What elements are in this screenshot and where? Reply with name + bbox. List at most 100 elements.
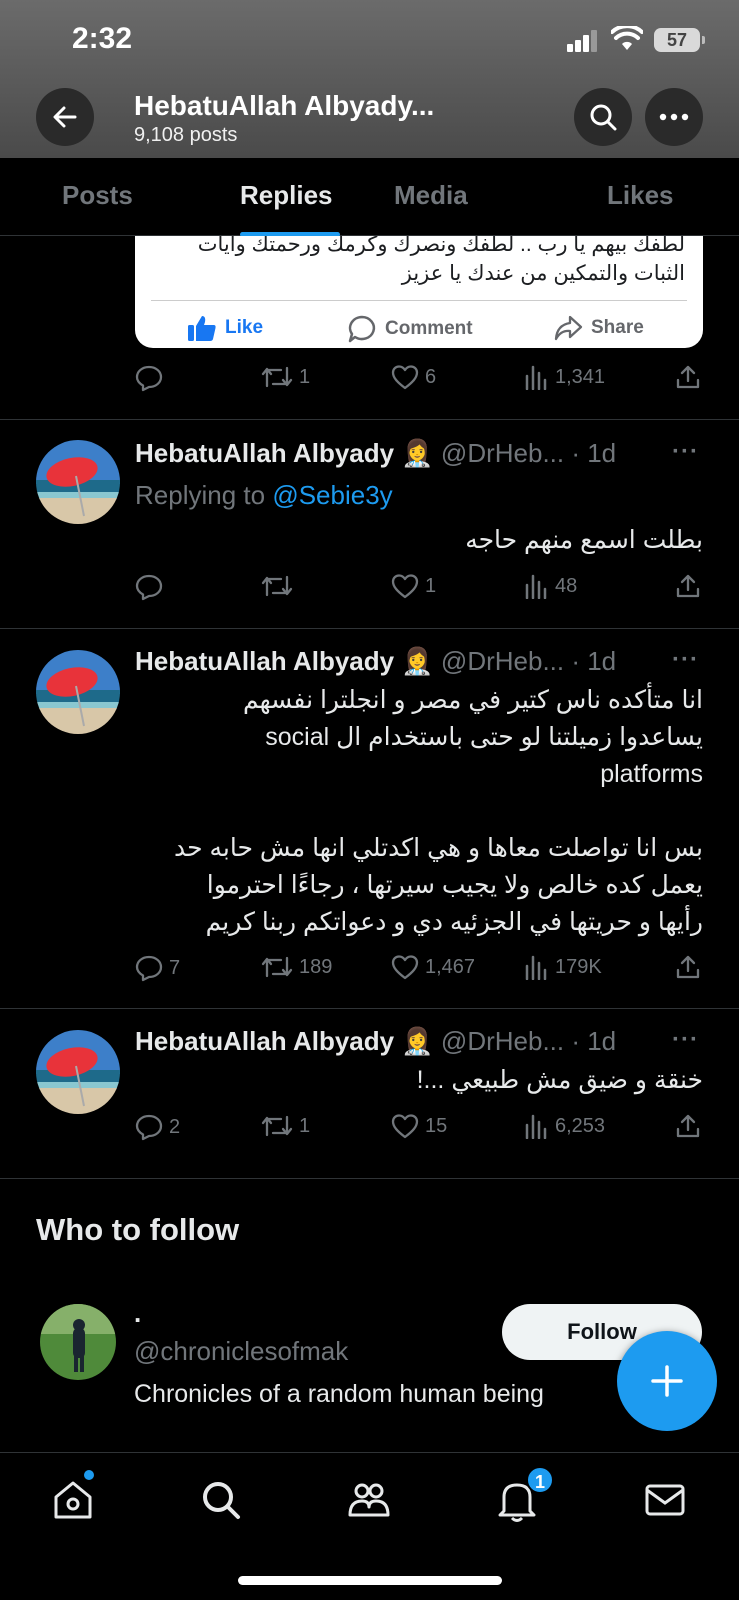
repost-button[interactable]: 1 [261,364,310,390]
tab-replies[interactable]: Replies [240,180,333,211]
tweet-more-button[interactable]: ··· [672,1026,699,1054]
heart-icon [391,1114,419,1139]
profile-header: 2:32 57 HebatuAllah Albyady... 9,108 pos… [0,0,739,158]
author-name[interactable]: HebatuAllah Albyady 👩‍⚕️ [135,1026,434,1056]
tweet-divider [0,628,739,629]
author-name[interactable]: HebatuAllah Albyady 👩‍⚕️ [135,438,434,468]
share-button[interactable] [675,364,701,390]
compose-post-button[interactable] [617,1331,717,1431]
share-icon [676,955,700,979]
share-button[interactable] [675,573,701,599]
card-like: Like [187,314,263,342]
like-button[interactable]: 1 [391,573,436,599]
nav-home[interactable] [48,1475,98,1525]
reply-button[interactable] [135,364,169,392]
nav-communities[interactable] [344,1475,394,1525]
tweet-actions: 1 48 [135,573,705,603]
views-button[interactable]: 48 [523,573,577,599]
profile-tabs: Posts Replies Media Likes [0,158,739,237]
card-divider [151,300,687,301]
reply-icon [135,955,163,982]
views-chart-icon [525,955,547,980]
tweet-divider [0,1008,739,1009]
heart-icon [391,574,419,599]
tweet-header: HebatuAllah Albyady 👩‍⚕️ @DrHeb... · 1d [135,438,616,469]
reply-icon [135,574,163,601]
suggested-user-name[interactable]: . [134,1298,141,1329]
profile-name-title: HebatuAllah Albyady... [134,90,435,121]
reply-button[interactable]: 2 [135,1113,180,1141]
reply-button[interactable] [135,573,169,601]
replying-to: Replying to @Sebie3y [135,480,393,510]
embedded-post-text: لطفك بيهم يا رب .. لطفك ونصرك وكرمك ورحم… [197,236,685,285]
search-icon [203,1482,240,1519]
tweet-more-button[interactable]: ··· [672,438,699,466]
like-button[interactable]: 1,467 [391,954,475,980]
reply-icon [135,365,163,392]
tweet-actions: 1 6 1,341 [135,364,705,394]
share-button[interactable] [675,1113,701,1139]
wifi-icon [611,26,643,50]
share-arrow-icon [554,315,583,341]
avatar[interactable] [36,650,120,734]
tweet-more-button[interactable]: ··· [672,646,699,674]
beach-umbrella-avatar-icon [36,1030,120,1114]
back-arrow-icon [53,106,77,128]
home-indicator-bar[interactable] [238,1576,502,1585]
views-button[interactable]: 179K [523,954,602,980]
repost-button[interactable]: 1 [261,1113,310,1139]
tweet-actions: 7 189 1,467 179K [135,954,705,984]
share-button[interactable] [675,954,701,980]
nav-messages[interactable] [640,1475,690,1525]
nav-search[interactable] [196,1475,246,1525]
more-icon [659,113,689,121]
author-name[interactable]: HebatuAllah Albyady 👩‍⚕️ [135,646,434,676]
reply-button[interactable]: 7 [135,954,180,982]
card-comment: Comment [347,314,473,344]
avatar[interactable] [36,440,120,524]
author-handle: @DrHeb... · 1d [440,646,617,676]
views-chart-icon [525,365,547,390]
beach-umbrella-avatar-icon [36,650,120,734]
views-chart-icon [525,1114,547,1139]
repost-button[interactable]: 189 [261,954,332,980]
heart-icon [391,955,419,980]
avatar[interactable] [36,1030,120,1114]
section-divider [0,1178,739,1179]
views-chart-icon [525,574,547,599]
reply-icon [135,1114,163,1141]
like-button[interactable]: 6 [391,364,436,390]
tweet-actions: 2 1 15 6,253 [135,1113,705,1143]
like-button[interactable]: 15 [391,1113,447,1139]
repost-button[interactable] [261,573,299,599]
communities-icon [348,1483,390,1517]
suggested-user-handle: @chroniclesofmak [134,1336,349,1366]
tab-media[interactable]: Media [394,180,468,211]
tab-posts[interactable]: Posts [62,180,133,211]
author-handle: @DrHeb... · 1d [440,1026,617,1056]
notification-badge: 1 [526,1466,554,1494]
replying-to-link[interactable]: @Sebie3y [272,480,392,510]
more-options-button[interactable] [645,88,703,146]
author-handle: @DrHeb... · 1d [440,438,617,468]
plus-icon [651,1365,683,1397]
suggested-user-avatar[interactable] [40,1304,116,1380]
embedded-post-image[interactable]: لطفك بيهم يا رب .. لطفك ونصرك وكرمك ورحم… [135,236,703,348]
views-button[interactable]: 1,341 [523,364,605,390]
share-icon [676,574,700,598]
heart-icon [391,365,419,390]
status-time: 2:32 [72,22,133,55]
search-button[interactable] [574,88,632,146]
card-share: Share [553,314,644,342]
tweet-header: HebatuAllah Albyady 👩‍⚕️ @DrHeb... · 1d [135,1026,616,1057]
comment-bubble-icon [348,315,376,343]
beach-umbrella-avatar-icon [36,440,120,524]
views-button[interactable]: 6,253 [523,1113,605,1139]
tab-likes[interactable]: Likes [607,180,674,211]
back-button[interactable] [36,88,94,146]
share-icon [676,1114,700,1138]
repost-icon [261,1115,293,1137]
status-bar: 2:32 57 [0,0,739,80]
tweet-text: انا متأكده ناس كتير في مصر و انجلترا نفس… [173,686,703,936]
tweet-divider [0,419,739,420]
